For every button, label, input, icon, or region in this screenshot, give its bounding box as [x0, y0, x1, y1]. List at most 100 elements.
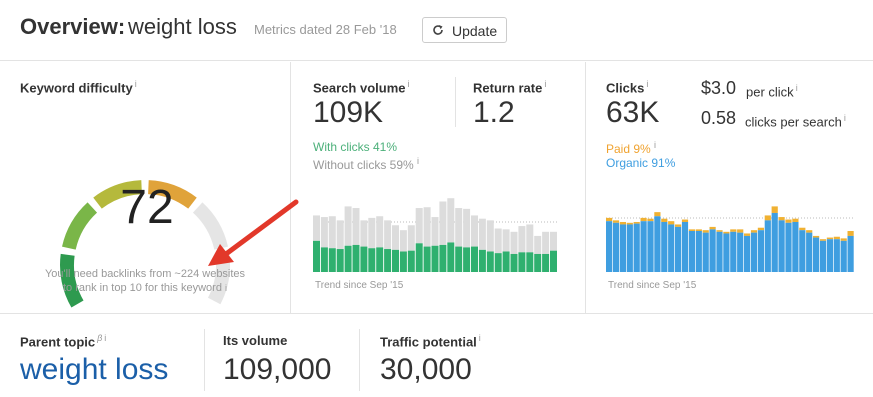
bar-with-clicks[interactable]	[352, 244, 360, 272]
bar-with-clicks[interactable]	[471, 246, 478, 272]
bar-organic[interactable]	[792, 221, 799, 272]
bar-with-clicks[interactable]	[399, 251, 407, 273]
bar-paid[interactable]	[771, 206, 778, 213]
bar-without-clicks[interactable]	[439, 201, 447, 245]
bar-paid[interactable]	[647, 218, 654, 222]
bar-organic[interactable]	[785, 222, 792, 272]
bar-with-clicks[interactable]	[478, 249, 486, 272]
bar-organic[interactable]	[799, 230, 806, 272]
info-icon[interactable]: i	[796, 83, 798, 93]
bar-paid[interactable]	[730, 229, 737, 232]
bar-without-clicks[interactable]	[423, 207, 431, 247]
bar-without-clicks[interactable]	[518, 226, 526, 253]
bar-without-clicks[interactable]	[550, 231, 557, 251]
bar-paid[interactable]	[792, 218, 799, 222]
bar-organic[interactable]	[695, 231, 702, 272]
bar-paid[interactable]	[778, 217, 785, 221]
bar-with-clicks[interactable]	[550, 250, 557, 272]
bar-paid[interactable]	[668, 221, 675, 225]
bar-organic[interactable]	[647, 221, 654, 272]
bar-without-clicks[interactable]	[376, 216, 384, 248]
bar-paid[interactable]	[799, 227, 806, 231]
bar-organic[interactable]	[716, 231, 723, 272]
bar-paid[interactable]	[716, 230, 723, 232]
bar-paid[interactable]	[847, 231, 854, 236]
parent-topic-link[interactable]: weight loss	[20, 353, 168, 387]
info-icon[interactable]: i	[654, 140, 656, 150]
bar-organic[interactable]	[744, 235, 751, 272]
bar-organic[interactable]	[840, 240, 847, 272]
bar-paid[interactable]	[695, 229, 702, 231]
bar-with-clicks[interactable]	[542, 253, 550, 272]
bar-without-clicks[interactable]	[510, 231, 518, 254]
bar-paid[interactable]	[764, 215, 771, 221]
bar-organic[interactable]	[771, 212, 778, 272]
bar-paid[interactable]	[819, 239, 827, 241]
bar-paid[interactable]	[840, 238, 847, 241]
bar-without-clicks[interactable]	[336, 220, 344, 250]
bar-with-clicks[interactable]	[360, 246, 368, 272]
bar-paid[interactable]	[702, 230, 709, 233]
bar-without-clicks[interactable]	[407, 225, 415, 251]
bar-organic[interactable]	[675, 226, 682, 272]
bar-with-clicks[interactable]	[526, 252, 534, 272]
bar-organic[interactable]	[626, 224, 633, 272]
info-icon[interactable]: i	[844, 113, 846, 123]
bar-without-clicks[interactable]	[392, 225, 399, 250]
bar-with-clicks[interactable]	[455, 246, 463, 272]
bar-paid[interactable]	[737, 229, 744, 233]
bar-with-clicks[interactable]	[494, 253, 502, 272]
bar-with-clicks[interactable]	[502, 251, 510, 273]
bar-organic[interactable]	[806, 232, 813, 272]
update-button[interactable]: Update	[422, 17, 507, 43]
bar-paid[interactable]	[606, 217, 613, 222]
bar-paid[interactable]	[750, 230, 758, 233]
bar-without-clicks[interactable]	[431, 217, 439, 246]
bar-without-clicks[interactable]	[360, 220, 368, 247]
bar-organic[interactable]	[813, 237, 820, 272]
bar-paid[interactable]	[826, 237, 833, 240]
bar-without-clicks[interactable]	[328, 216, 336, 249]
bar-paid[interactable]	[681, 219, 689, 222]
info-icon[interactable]: i	[646, 79, 648, 89]
bar-with-clicks[interactable]	[463, 247, 471, 272]
info-icon[interactable]: i	[417, 156, 419, 166]
bar-without-clicks[interactable]	[471, 215, 478, 247]
bar-organic[interactable]	[633, 223, 640, 272]
bar-with-clicks[interactable]	[534, 253, 542, 272]
bar-paid[interactable]	[640, 217, 647, 222]
bar-paid[interactable]	[654, 212, 661, 217]
bar-organic[interactable]	[606, 221, 613, 272]
bar-paid[interactable]	[633, 221, 640, 224]
bar-with-clicks[interactable]	[320, 247, 328, 272]
bar-organic[interactable]	[819, 240, 827, 272]
bar-organic[interactable]	[668, 224, 675, 272]
bar-paid[interactable]	[661, 218, 668, 222]
bar-with-clicks[interactable]	[486, 251, 494, 273]
bar-with-clicks[interactable]	[392, 249, 399, 272]
bar-without-clicks[interactable]	[502, 229, 510, 252]
bar-paid[interactable]	[744, 233, 751, 236]
bar-organic[interactable]	[681, 221, 689, 272]
bar-without-clicks[interactable]	[352, 208, 360, 245]
bar-with-clicks[interactable]	[344, 245, 352, 272]
bar-with-clicks[interactable]	[313, 240, 320, 272]
bar-organic[interactable]	[826, 239, 833, 272]
bar-with-clicks[interactable]	[376, 247, 384, 272]
bar-organic[interactable]	[757, 230, 764, 272]
info-icon[interactable]: i	[544, 79, 546, 89]
bar-with-clicks[interactable]	[384, 249, 392, 272]
bar-with-clicks[interactable]	[415, 243, 423, 272]
bar-organic[interactable]	[661, 221, 668, 272]
bar-with-clicks[interactable]	[407, 250, 415, 272]
bar-without-clicks[interactable]	[320, 217, 328, 248]
bar-without-clicks[interactable]	[368, 217, 376, 249]
bar-without-clicks[interactable]	[534, 235, 542, 254]
bar-without-clicks[interactable]	[399, 230, 407, 252]
bar-with-clicks[interactable]	[447, 242, 455, 272]
bar-without-clicks[interactable]	[478, 218, 486, 250]
bar-organic[interactable]	[688, 231, 695, 272]
bar-without-clicks[interactable]	[542, 231, 550, 254]
bar-paid[interactable]	[757, 227, 764, 231]
bar-with-clicks[interactable]	[328, 248, 336, 272]
